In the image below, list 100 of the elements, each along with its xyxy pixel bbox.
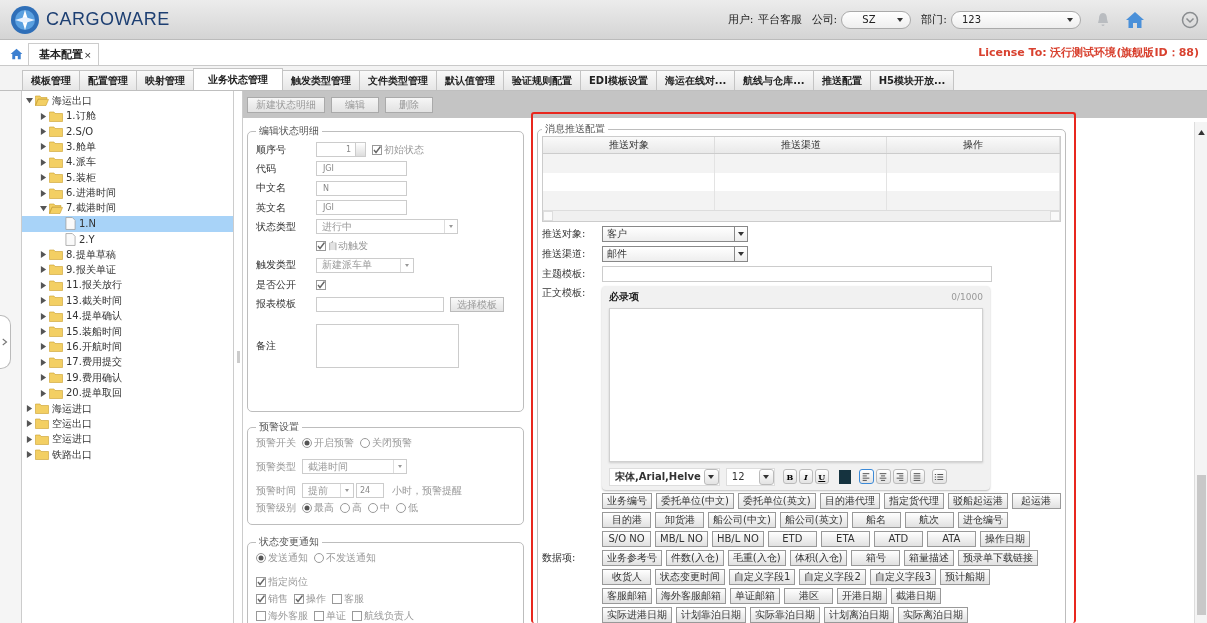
sub-tab[interactable]: 航线与仓库... bbox=[734, 70, 814, 90]
data-item-button[interactable]: 自定义字段2 bbox=[799, 568, 866, 585]
tree-item[interactable]: 11.报关放行 bbox=[22, 277, 233, 294]
data-item-button[interactable]: ETD bbox=[767, 530, 817, 547]
size-select[interactable]: 12 bbox=[725, 467, 775, 486]
sub-tab[interactable]: 默认值管理 bbox=[436, 70, 504, 90]
data-item-button[interactable]: 航次 bbox=[904, 511, 954, 528]
data-item-button[interactable]: 实际靠泊日期 bbox=[750, 606, 820, 623]
select-field[interactable]: 邮件 bbox=[602, 245, 748, 262]
column-header[interactable]: 推送对象 bbox=[543, 137, 716, 153]
tree-item[interactable]: 1.N bbox=[22, 216, 233, 232]
data-item-button[interactable]: 计划离泊日期 bbox=[824, 606, 894, 623]
spinner-field[interactable]: 1 bbox=[316, 142, 366, 158]
sub-tab[interactable]: 映射管理 bbox=[136, 70, 194, 90]
tree-item[interactable]: 9.报关单证 bbox=[22, 262, 233, 278]
tree-item[interactable]: 5.装柜 bbox=[22, 169, 233, 186]
data-item-button[interactable]: MB/L NO bbox=[655, 530, 708, 547]
data-item-button[interactable]: 箱号 bbox=[851, 549, 901, 566]
data-item-button[interactable]: 港区 bbox=[784, 587, 833, 604]
tree-item[interactable]: 15.装船时间 bbox=[22, 323, 233, 340]
data-item-button[interactable]: 预录单下载链接 bbox=[958, 549, 1039, 566]
hours-field[interactable]: 24 bbox=[356, 483, 384, 498]
tree-item[interactable]: 铁路出口 bbox=[22, 447, 233, 463]
data-item-button[interactable]: HB/L NO bbox=[711, 530, 764, 547]
sub-tab[interactable]: 推送配置 bbox=[812, 70, 871, 90]
tree-item[interactable]: 空运进口 bbox=[22, 431, 233, 447]
data-item-button[interactable]: 实际进港日期 bbox=[602, 606, 672, 623]
data-item-button[interactable]: 自定义字段1 bbox=[729, 568, 796, 585]
sub-tab[interactable]: 触发类型管理 bbox=[282, 70, 360, 90]
data-item-button[interactable]: 驳船起运港 bbox=[947, 492, 1008, 509]
data-item-button[interactable]: 委托单位(英文) bbox=[737, 492, 816, 509]
tree-item[interactable]: 4.派车 bbox=[22, 154, 233, 170]
tree-item[interactable]: 7.截港时间 bbox=[22, 200, 233, 217]
bell-icon[interactable] bbox=[1095, 11, 1111, 28]
data-item-button[interactable]: 箱量描述 bbox=[904, 549, 955, 566]
data-item-button[interactable]: 业务参考号 bbox=[602, 549, 662, 566]
sub-tab[interactable]: 验证规则配置 bbox=[503, 70, 581, 90]
tree-item[interactable]: 17.费用提交 bbox=[22, 354, 233, 371]
subject-field[interactable] bbox=[602, 265, 992, 282]
tree-item[interactable]: 19.费用确认 bbox=[22, 370, 233, 386]
data-item-button[interactable]: 目的港代理 bbox=[819, 492, 880, 509]
data-item-button[interactable]: 实际离泊日期 bbox=[898, 606, 968, 623]
text-color-button[interactable] bbox=[838, 469, 851, 484]
sub-tab[interactable]: 配置管理 bbox=[79, 70, 137, 90]
column-header[interactable]: 推送渠道 bbox=[715, 137, 888, 153]
data-item-button[interactable]: 船公司(中文) bbox=[708, 511, 776, 528]
tree-item[interactable]: 13.截关时间 bbox=[22, 293, 233, 309]
data-item-button[interactable]: ATA bbox=[926, 530, 976, 547]
data-item-button[interactable]: 海外客服邮箱 bbox=[656, 587, 726, 604]
data-item-button[interactable]: 客服邮箱 bbox=[602, 587, 652, 604]
data-item-button[interactable]: 卸货港 bbox=[655, 511, 704, 528]
data-item-button[interactable]: 委托单位(中文) bbox=[656, 492, 734, 509]
data-item-button[interactable]: ATD bbox=[873, 530, 923, 547]
data-item-button[interactable]: 毛重(入仓) bbox=[727, 549, 786, 566]
dropdown-circle-icon[interactable] bbox=[1181, 10, 1199, 29]
data-item-button[interactable]: 开港日期 bbox=[837, 587, 887, 604]
align-button[interactable] bbox=[892, 469, 908, 484]
data-item-button[interactable]: 船名 bbox=[851, 511, 901, 528]
data-item-button[interactable]: S/O NO bbox=[602, 530, 651, 547]
data-item-button[interactable]: 船公司(英文) bbox=[779, 511, 848, 528]
sub-tab[interactable]: H5模块开放... bbox=[869, 70, 955, 90]
tree-item[interactable]: 16.开航时间 bbox=[22, 339, 233, 355]
tree-item[interactable]: 海运进口 bbox=[22, 400, 233, 417]
column-header[interactable]: 操作 bbox=[887, 137, 1060, 153]
tree-item[interactable]: 3.舱单 bbox=[22, 139, 233, 155]
data-item-button[interactable]: 自定义字段3 bbox=[869, 568, 937, 585]
select-field[interactable]: 客户 bbox=[602, 225, 748, 242]
sub-tab[interactable]: 海运在线对... bbox=[655, 70, 736, 90]
home-icon[interactable] bbox=[1125, 10, 1145, 29]
data-item-button[interactable]: 计划靠泊日期 bbox=[676, 606, 746, 623]
tree-item[interactable]: 20.提单取回 bbox=[22, 385, 233, 401]
vertical-scrollbar[interactable] bbox=[1194, 122, 1207, 623]
company-select[interactable]: SZ bbox=[841, 10, 912, 29]
data-item-button[interactable]: 业务编号 bbox=[602, 492, 652, 509]
sub-tab[interactable]: 业务状态管理 bbox=[193, 68, 283, 90]
data-item-button[interactable]: 目的港 bbox=[602, 511, 651, 528]
tree-item[interactable]: 空运出口 bbox=[22, 416, 233, 432]
tree-item[interactable]: 2.Y bbox=[22, 231, 233, 247]
data-item-button[interactable]: 件数(入仓) bbox=[666, 549, 724, 566]
expand-handle[interactable] bbox=[0, 315, 11, 369]
sub-tab[interactable]: 模板管理 bbox=[22, 70, 80, 90]
data-item-button[interactable]: 截港日期 bbox=[891, 587, 941, 604]
data-item-button[interactable]: 预计船期 bbox=[940, 568, 991, 585]
data-item-button[interactable]: 进仓编号 bbox=[957, 511, 1008, 528]
align-button[interactable] bbox=[858, 469, 874, 484]
list-button[interactable] bbox=[931, 469, 947, 484]
template-field[interactable] bbox=[316, 296, 444, 312]
tree-item[interactable]: 海运出口 bbox=[22, 93, 233, 109]
department-select[interactable]: 123 bbox=[951, 10, 1081, 29]
data-item-button[interactable]: 状态变更时间 bbox=[655, 568, 725, 585]
horizontal-scrollbar[interactable] bbox=[543, 209, 1060, 221]
data-item-button[interactable]: 操作日期 bbox=[979, 530, 1030, 547]
font-select[interactable]: 宋体,Arial,Helve bbox=[609, 467, 720, 486]
data-item-button[interactable]: ETA bbox=[820, 530, 870, 547]
sub-tab[interactable]: 文件类型管理 bbox=[359, 70, 437, 90]
data-item-button[interactable]: 单证邮箱 bbox=[730, 587, 780, 604]
tree-item[interactable]: 6.进港时间 bbox=[22, 185, 233, 201]
tree-item[interactable]: 8.提单草稿 bbox=[22, 246, 233, 263]
tree-item[interactable]: 2.S/O bbox=[22, 123, 233, 140]
remarks-field[interactable] bbox=[316, 323, 459, 368]
